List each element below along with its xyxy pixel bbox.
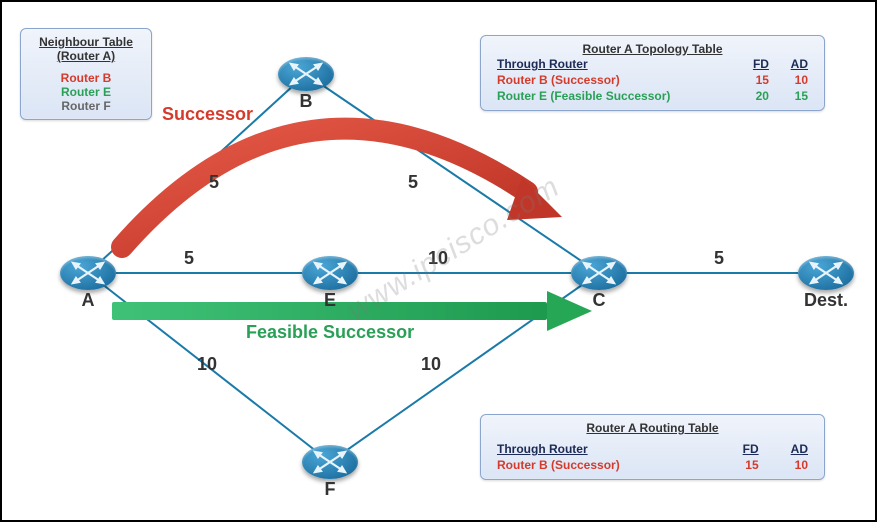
topo-row-ad: 10	[775, 72, 814, 88]
successor-label: Successor	[162, 104, 253, 125]
routing-table-title: Router A Routing Table	[491, 421, 814, 435]
router-label-c: C	[571, 290, 627, 311]
link-cost: 10	[421, 354, 441, 375]
router-a	[60, 256, 116, 290]
router-label-f: F	[302, 479, 358, 500]
col-ad: AD	[765, 441, 814, 457]
neighbour-item: Router E	[31, 85, 141, 99]
neighbour-item: Router F	[31, 99, 141, 113]
router-icon	[302, 256, 358, 290]
watermark: www.ipcisco.com	[341, 170, 565, 328]
neighbour-table-subtitle: (Router A)	[31, 49, 141, 63]
link-cost: 5	[209, 172, 219, 193]
topo-row-fd: 15	[738, 72, 775, 88]
router-b	[278, 57, 334, 91]
col-ad: AD	[775, 56, 814, 72]
topology-table: Router A Topology Table Through Router F…	[480, 35, 825, 111]
router-icon	[278, 57, 334, 91]
router-f	[302, 445, 358, 479]
router-e	[302, 256, 358, 290]
router-label-dest: Dest.	[798, 290, 854, 311]
router-icon	[302, 445, 358, 479]
router-icon	[798, 256, 854, 290]
route-row-label: Router B (Successor)	[491, 457, 718, 473]
routing-table: Router A Routing Table Through Router FD…	[480, 414, 825, 480]
router-label-b: B	[278, 91, 334, 112]
topo-row-fd: 20	[738, 88, 775, 104]
topo-row-label: Router B (Successor)	[491, 72, 738, 88]
link-cost: 5	[408, 172, 418, 193]
route-row-ad: 10	[765, 457, 814, 473]
router-dest	[798, 256, 854, 290]
link-cost: 10	[428, 248, 448, 269]
router-label-a: A	[60, 290, 116, 311]
neighbour-table-title: Neighbour Table	[31, 35, 141, 49]
feasible-label: Feasible Successor	[246, 322, 414, 343]
neighbour-item: Router B	[31, 71, 141, 85]
link-cost: 5	[714, 248, 724, 269]
topo-row-label: Router E (Feasible Successor)	[491, 88, 738, 104]
router-label-e: E	[302, 290, 358, 311]
router-c	[571, 256, 627, 290]
neighbour-table: Neighbour Table (Router A) Router B Rout…	[20, 28, 152, 120]
topo-row-ad: 15	[775, 88, 814, 104]
col-fd: FD	[718, 441, 765, 457]
topology-table-title: Router A Topology Table	[491, 42, 814, 56]
col-through: Through Router	[491, 441, 718, 457]
col-through: Through Router	[491, 56, 738, 72]
col-fd: FD	[738, 56, 775, 72]
link-cost: 5	[184, 248, 194, 269]
link-cost: 10	[197, 354, 217, 375]
router-icon	[571, 256, 627, 290]
route-row-fd: 15	[718, 457, 765, 473]
router-icon	[60, 256, 116, 290]
